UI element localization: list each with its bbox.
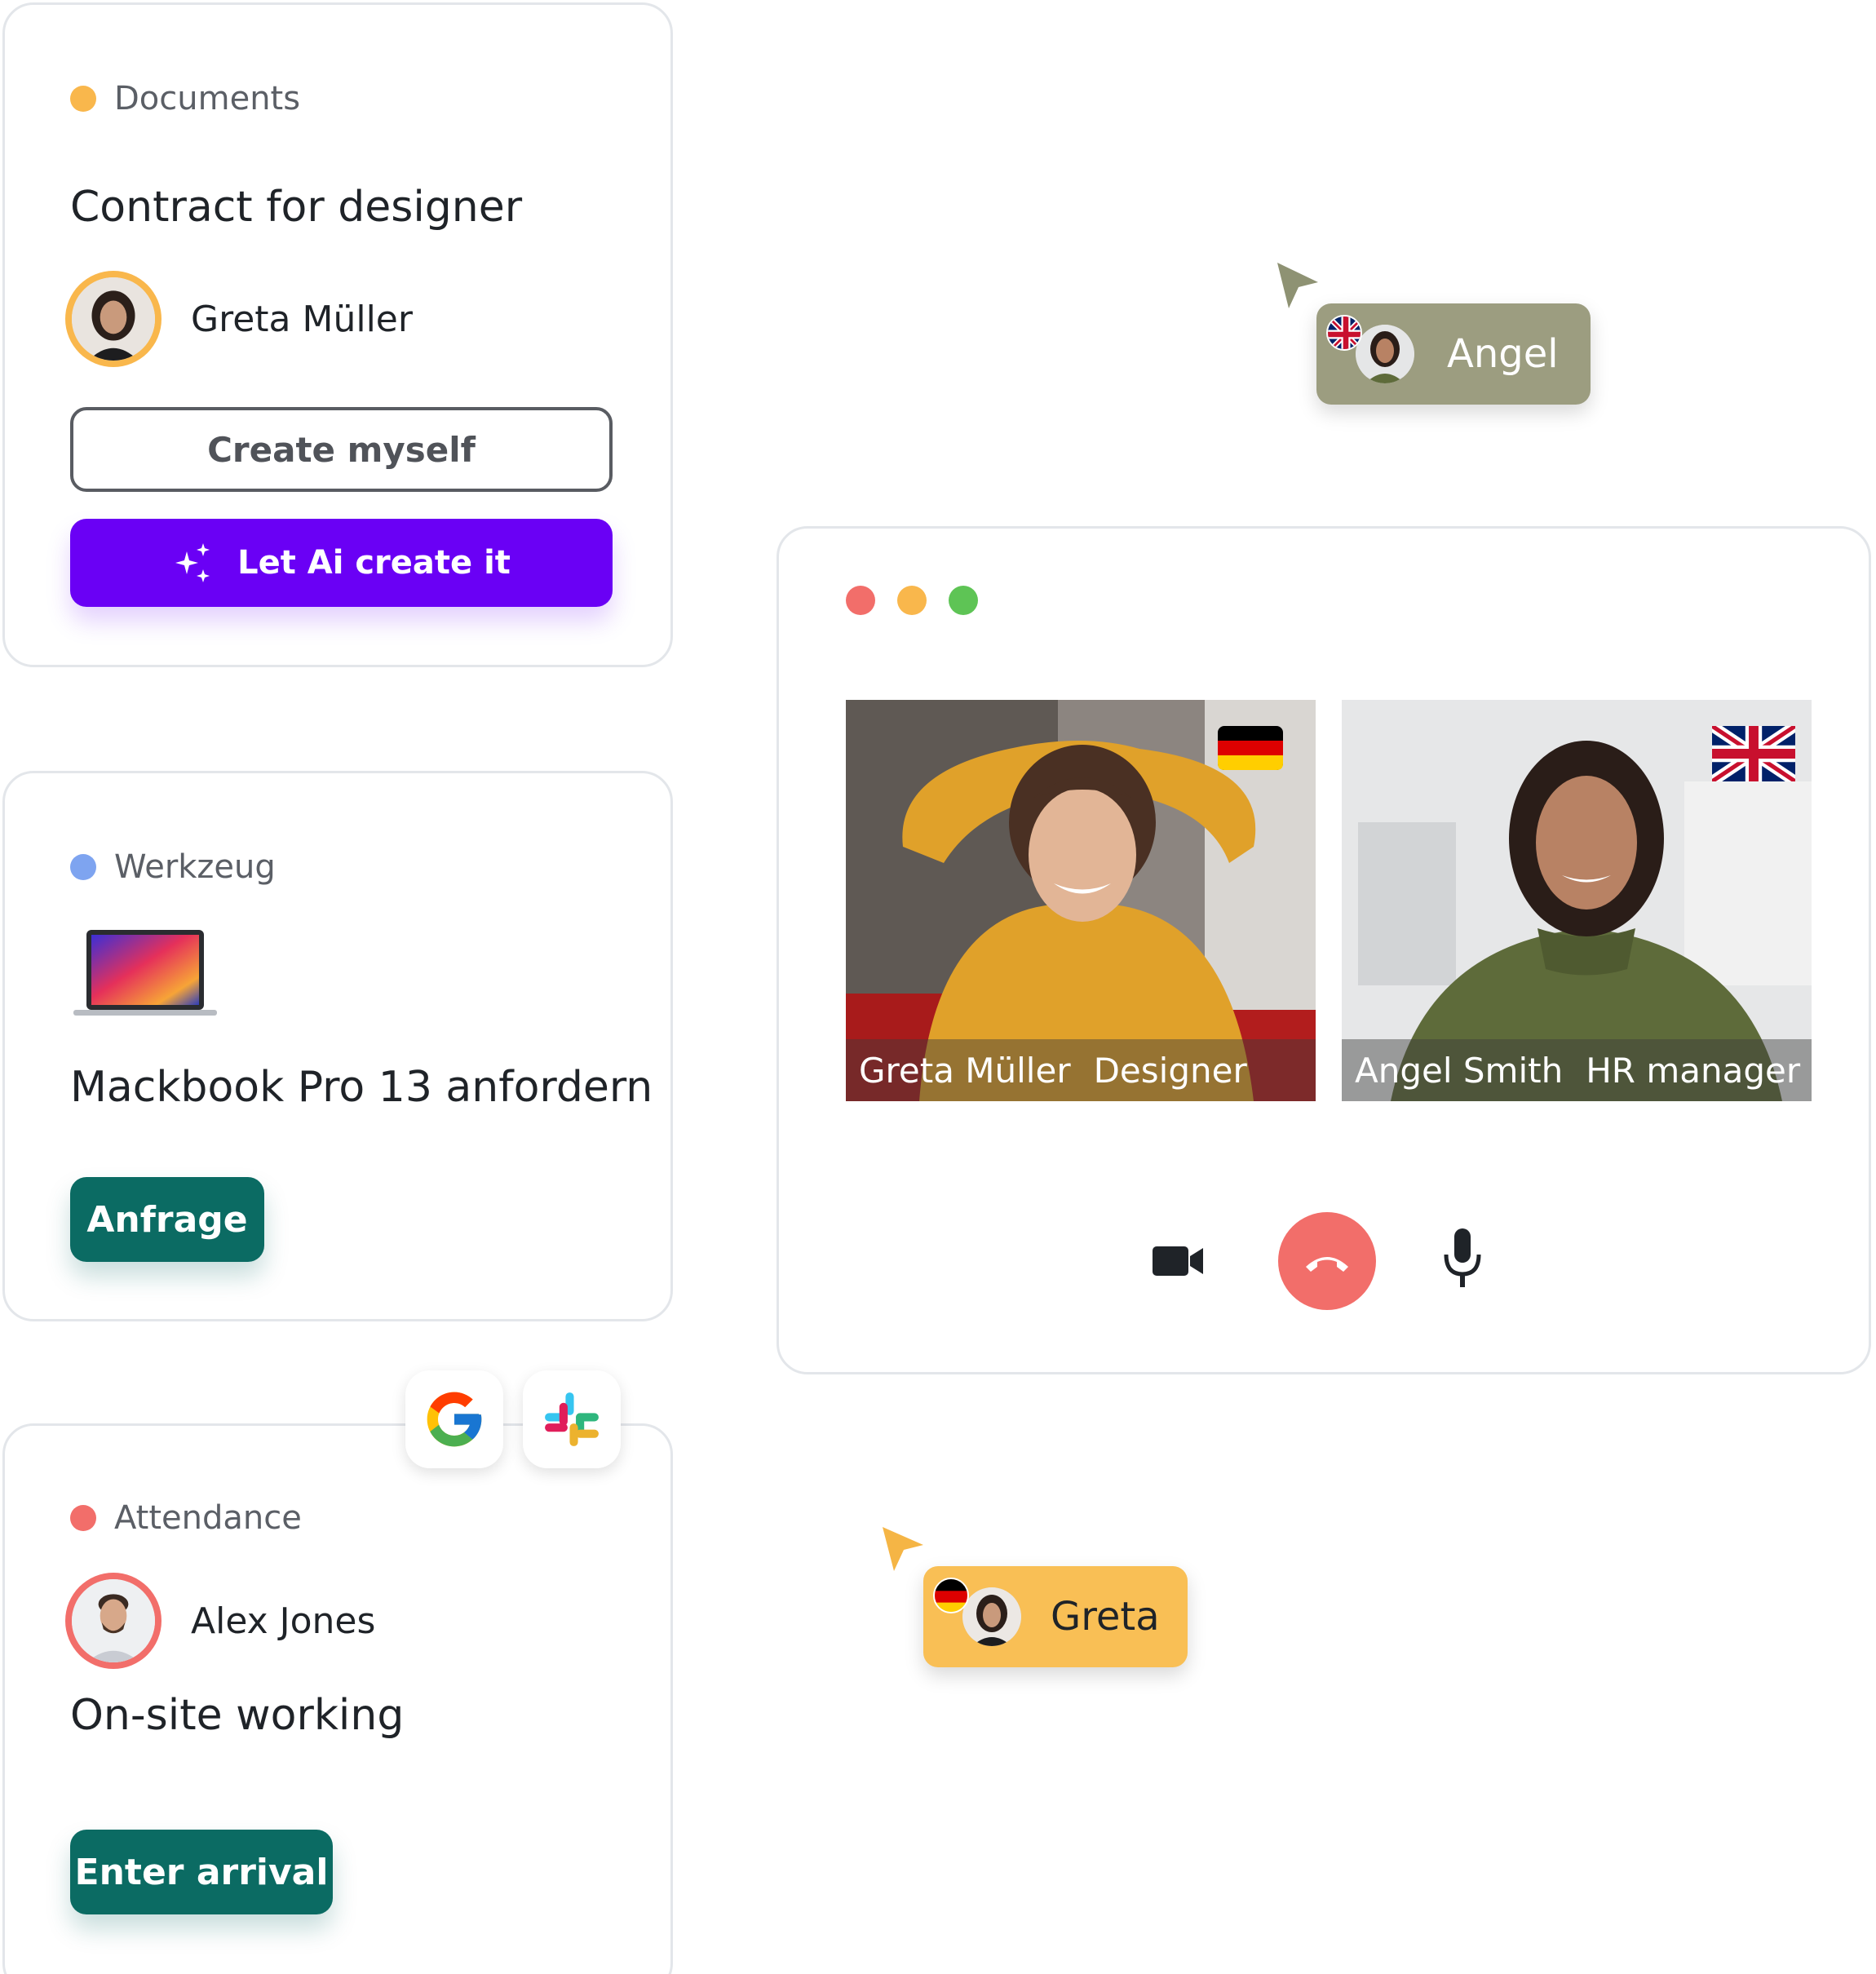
maximize-dot[interactable] (949, 586, 978, 615)
status-dot (70, 86, 96, 112)
call-controls (779, 1212, 1869, 1310)
attendance-card: Attendance Alex Jones On-site working En… (2, 1423, 673, 1974)
person-photo (72, 277, 155, 361)
avatar (962, 1587, 1021, 1646)
german-flag-icon (1218, 726, 1283, 770)
button-label: Let Ai create it (237, 544, 511, 582)
documents-category: Documents (70, 80, 300, 117)
let-ai-create-button[interactable]: Let Ai create it (70, 519, 613, 607)
german-flag-icon (933, 1578, 969, 1613)
person-name: Greta Müller (191, 298, 413, 340)
status-dot (70, 854, 96, 880)
cursor-arrow-icon (883, 1527, 923, 1571)
tag-label: Greta (1051, 1594, 1160, 1640)
card-title: Mackbook Pro 13 anfordern (70, 1063, 653, 1112)
minimize-dot[interactable] (897, 586, 927, 615)
participant-name: Angel Smith (1355, 1050, 1564, 1091)
anfrage-button[interactable]: Anfrage (70, 1177, 264, 1262)
google-badge[interactable] (405, 1370, 503, 1468)
participant-role: Designer (1093, 1050, 1247, 1091)
window-controls (846, 586, 978, 615)
google-icon (427, 1392, 482, 1447)
tag-label: Angel (1447, 331, 1559, 377)
video-caption: Angel Smith HR manager (1342, 1039, 1812, 1101)
uk-flag-icon (1326, 315, 1362, 351)
hang-up-button[interactable] (1278, 1212, 1376, 1310)
camera-button[interactable] (1153, 1237, 1205, 1286)
video-camera-icon (1153, 1246, 1203, 1276)
button-label: Enter arrival (74, 1851, 329, 1893)
person-row: Greta Müller (65, 271, 413, 367)
cursor-arrow-icon (1277, 263, 1318, 308)
sparkle-icon (175, 543, 210, 582)
participant-name: Greta Müller (859, 1050, 1071, 1091)
attendance-category: Attendance (70, 1499, 302, 1537)
microphone-button[interactable] (1441, 1227, 1484, 1292)
avatar (65, 1573, 161, 1669)
card-title: On-site working (70, 1691, 405, 1740)
phone-hangup-icon (1306, 1257, 1348, 1272)
card-title: Contract for designer (70, 183, 523, 232)
video-call-window: Greta Müller Designer Angel Smith HR man… (777, 526, 1871, 1374)
person-name: Alex Jones (191, 1600, 376, 1642)
button-label: Anfrage (86, 1198, 248, 1241)
button-label: Create myself (207, 429, 476, 470)
category-label: Werkzeug (114, 848, 276, 886)
microphone-icon (1444, 1228, 1481, 1287)
documents-card: Documents Contract for designer Greta Mü… (2, 2, 673, 667)
laptop-icon (73, 930, 217, 1016)
status-dot (70, 1505, 96, 1531)
category-label: Attendance (114, 1499, 302, 1537)
avatar (65, 271, 161, 367)
video-tile-angel[interactable]: Angel Smith HR manager (1342, 700, 1812, 1101)
uk-flag-icon (1712, 726, 1795, 781)
slack-badge[interactable] (523, 1370, 621, 1468)
person-row: Alex Jones (65, 1573, 375, 1669)
avatar (1356, 325, 1414, 383)
werkzeug-card: Werkzeug Mackbook Pro 13 anfordern Anfra… (2, 771, 673, 1321)
werkzeug-category: Werkzeug (70, 848, 276, 886)
create-myself-button[interactable]: Create myself (70, 407, 613, 492)
slack-icon (545, 1392, 599, 1446)
close-dot[interactable] (846, 586, 875, 615)
video-tile-greta[interactable]: Greta Müller Designer (846, 700, 1316, 1101)
enter-arrival-button[interactable]: Enter arrival (70, 1830, 333, 1914)
video-caption: Greta Müller Designer (846, 1039, 1316, 1101)
person-photo (72, 1579, 155, 1662)
cursor-tag-angel: Angel (1316, 303, 1591, 405)
participant-role: HR manager (1586, 1050, 1801, 1091)
cursor-tag-greta: Greta (923, 1566, 1188, 1667)
category-label: Documents (114, 80, 301, 117)
